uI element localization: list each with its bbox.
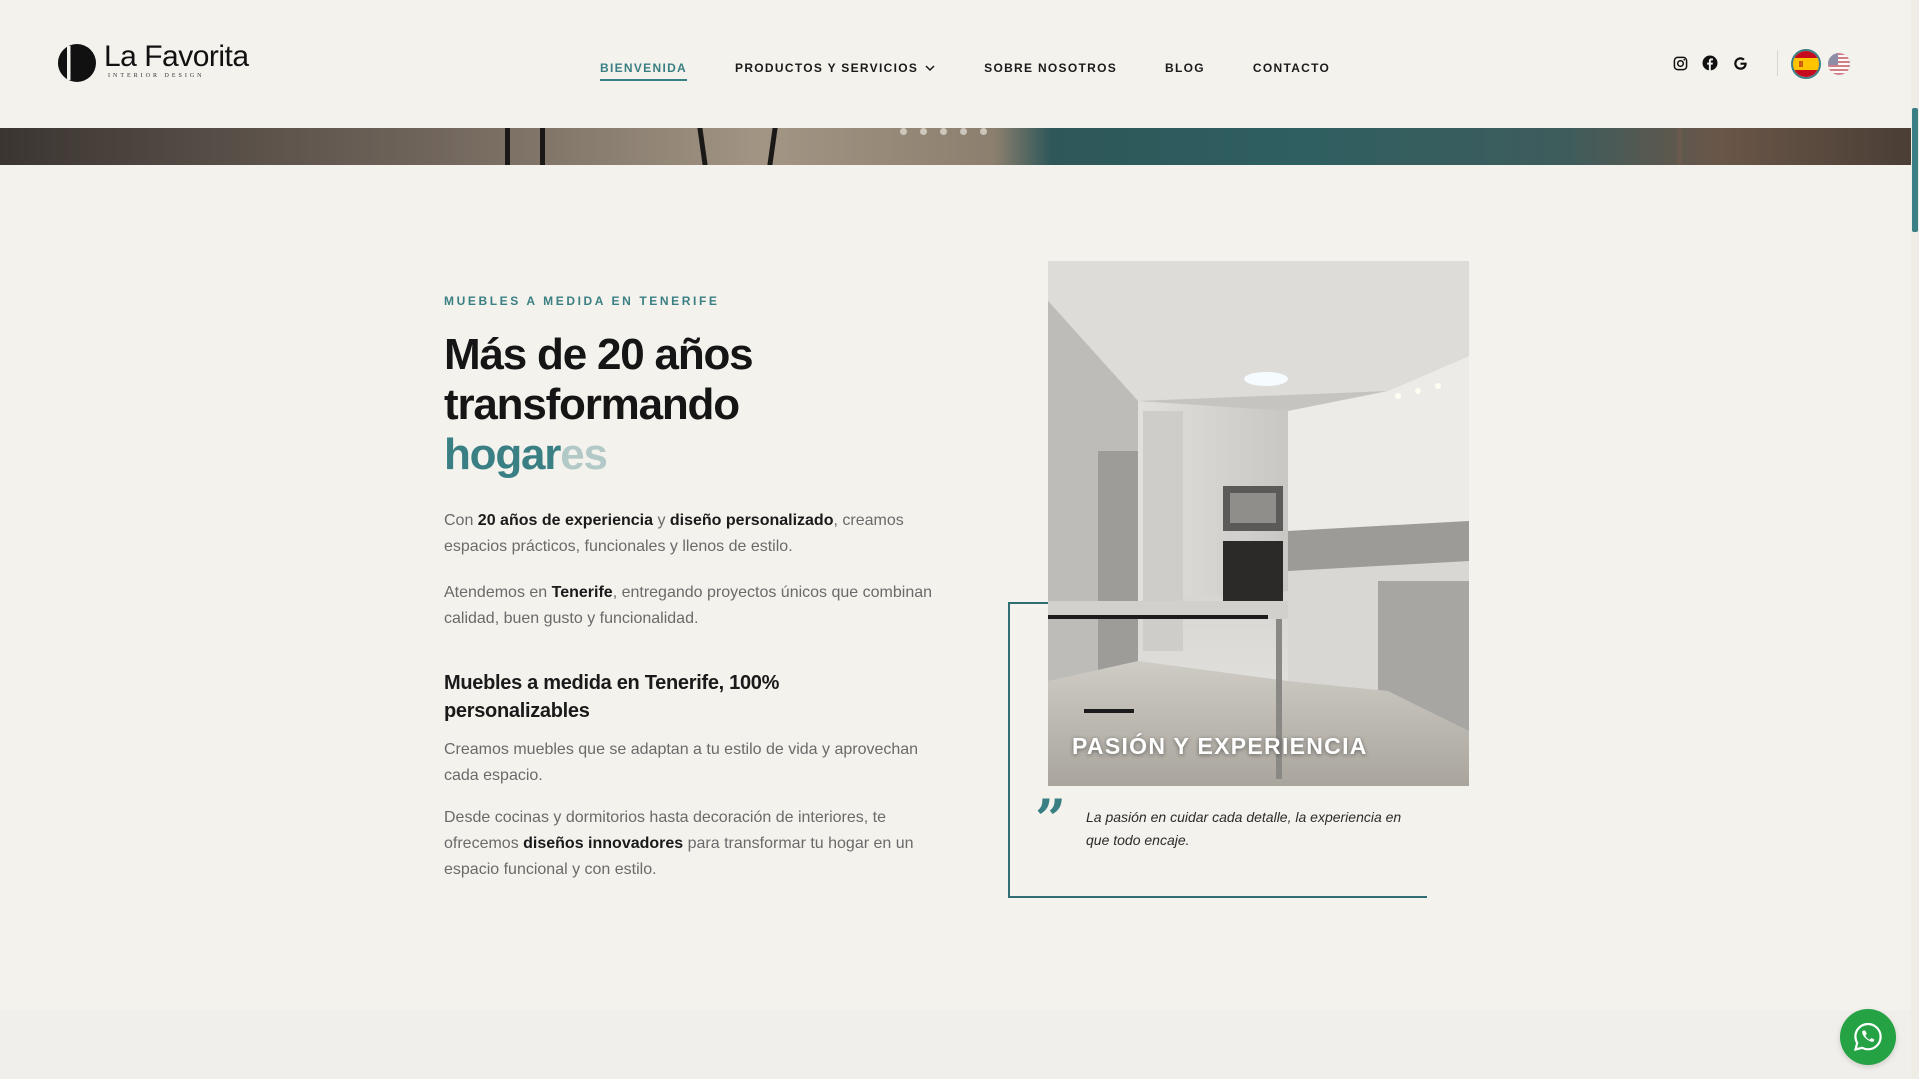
brand-logo[interactable]: La Favorita INTERIOR DESIGN <box>56 42 249 84</box>
section-title: Más de 20 años transformando hogares <box>444 330 864 480</box>
brand-tagline: INTERIOR DESIGN <box>108 73 205 79</box>
kitchen-illustration <box>1048 261 1469 786</box>
nav-item-bienvenida[interactable]: BIENVENIDA <box>600 55 688 81</box>
chair-leg <box>540 128 545 165</box>
brand-name: La Favorita <box>104 40 249 73</box>
intro-paragraph-2: Atendemos en Tenerife, entregando proyec… <box>444 584 933 627</box>
hero-slider-image <box>0 128 1911 165</box>
kitchen-photo: PASIÓN Y EXPERIENCIA <box>1048 261 1469 786</box>
instagram-icon[interactable] <box>1670 53 1690 73</box>
half-circle-logo-icon <box>58 44 96 82</box>
card-quote: La pasión en cuidar cada detalle, la exp… <box>1086 809 1402 848</box>
chair-leg <box>697 128 708 165</box>
intro-paragraph-1: Con 20 años de experiencia y diseño pers… <box>444 512 904 555</box>
site-header: La Favorita INTERIOR DESIGN BIENVENIDA P… <box>0 0 1911 128</box>
chair-leg <box>505 128 510 165</box>
section-eyebrow: MUEBLES A MEDIDA EN TENERIFE <box>444 294 720 308</box>
slider-dot[interactable] <box>940 128 947 135</box>
whatsapp-button[interactable] <box>1840 1009 1896 1065</box>
nav-item-sobre-nosotros[interactable]: SOBRE NOSOTROS <box>984 55 1117 81</box>
slider-dot[interactable] <box>900 128 907 135</box>
us-flag-icon[interactable] <box>1828 53 1850 75</box>
slider-dot[interactable] <box>920 128 927 135</box>
header-divider <box>1777 50 1778 76</box>
facebook-icon[interactable] <box>1700 53 1720 73</box>
door-frame <box>1677 128 1682 165</box>
spain-flag-icon[interactable] <box>1791 49 1821 79</box>
google-icon[interactable] <box>1730 53 1750 73</box>
title-line: transformando <box>444 380 740 429</box>
title-accent: hogar <box>444 430 561 479</box>
nav-item-label: BIENVENIDA <box>600 61 688 75</box>
quote-icon: ” <box>1035 787 1067 851</box>
slider-dots[interactable] <box>900 128 1000 135</box>
chevron-down-icon <box>925 65 935 72</box>
photo-caption: PASIÓN Y EXPERIENCIA <box>1072 733 1368 759</box>
main-nav: BIENVENIDA PRODUCTOS Y SERVICIOS SOBRE N… <box>600 55 1378 81</box>
nav-item-label: PRODUCTOS Y SERVICIOS <box>735 61 919 75</box>
slider-dot[interactable] <box>960 128 967 135</box>
social-links <box>1670 53 1760 73</box>
whatsapp-icon <box>1853 1022 1882 1052</box>
nav-item-label: SOBRE NOSOTROS <box>984 61 1118 75</box>
chair-leg <box>767 128 778 165</box>
intro-paragraph-3: Creamos muebles que se adaptan a tu esti… <box>444 741 919 784</box>
slider-dot[interactable] <box>980 128 987 135</box>
next-section <box>0 1010 1911 1079</box>
title-line: Más de 20 años <box>444 330 754 379</box>
intro-paragraph-4: Desde cocinas y dormitorios hasta decora… <box>444 809 914 878</box>
section-subtitle: Muebles a medida en Tenerife, 100% perso… <box>444 672 780 722</box>
nav-item-label: BLOG <box>1165 61 1205 75</box>
scrollbar-thumb[interactable] <box>1912 108 1918 232</box>
nav-item-label: CONTACTO <box>1252 61 1331 75</box>
title-accent-fade: es <box>560 430 608 479</box>
nav-item-blog[interactable]: BLOG <box>1165 55 1205 81</box>
nav-item-productos[interactable]: PRODUCTOS Y SERVICIOS <box>735 55 936 81</box>
nav-item-contacto[interactable]: CONTACTO <box>1253 55 1330 81</box>
